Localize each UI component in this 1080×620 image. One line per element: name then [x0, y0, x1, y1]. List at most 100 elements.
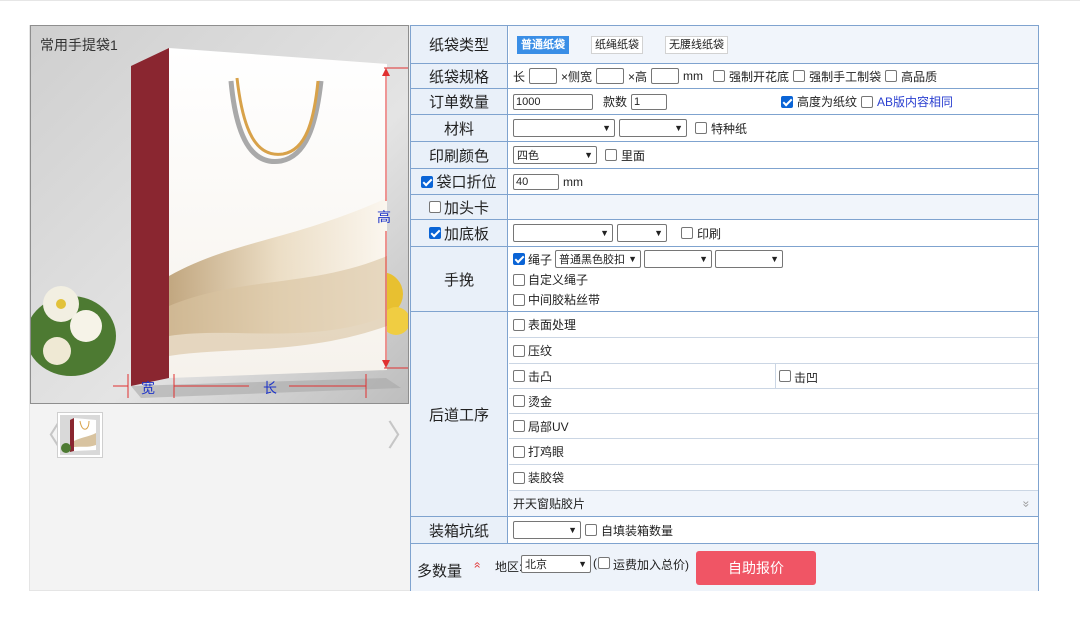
force-flower-bottom-checkbox[interactable]	[713, 70, 726, 82]
sub-divider	[775, 364, 776, 388]
mouth-fold-unit: mm	[563, 174, 583, 189]
side-width-input[interactable]	[596, 68, 625, 84]
thumbnail-bag[interactable]	[57, 412, 103, 458]
row-print-color: 印刷颜色 四色 ▼ 里面	[411, 142, 1038, 169]
post-item-surface: 表面处理	[509, 312, 1038, 338]
polybag-checkbox[interactable]	[513, 471, 525, 484]
preview-title: 常用手提袋1	[40, 37, 118, 53]
bag-type-option-paper-rope[interactable]: 纸绳纸袋	[591, 35, 643, 54]
rope-type-value: 普通黑色胶扣	[559, 254, 626, 266]
base-board-material-select[interactable]: ▼	[513, 224, 613, 242]
collapse-up-icon[interactable]: »	[469, 562, 483, 569]
chevron-down-icon: ▼	[578, 559, 587, 569]
row-post-process: 后道工序 表面处理 压纹 击凸 击凹 烫金 局部UV 打鸡眼 装胶袋 开天窗贴胶…	[411, 312, 1038, 517]
ab-same-checkbox[interactable]	[861, 95, 874, 108]
base-board-label-cell: 加底板	[411, 220, 508, 246]
ribbon-label: 中间胶粘丝带	[528, 293, 601, 307]
surface-checkbox[interactable]	[513, 318, 525, 331]
chevron-down-icon: ▼	[628, 254, 638, 264]
base-board-label: 加底板	[443, 225, 489, 243]
bag-type-option-normal[interactable]: 普通纸袋	[517, 35, 569, 54]
debossed-checkbox[interactable]	[779, 370, 791, 382]
eyelet-checkbox[interactable]	[513, 445, 525, 458]
box-paper-select[interactable]: ▼	[513, 521, 581, 539]
paper-grain-height-checkbox[interactable]	[781, 95, 794, 108]
self-fill-checkbox[interactable]	[585, 524, 597, 536]
raised-checkbox[interactable]	[513, 370, 525, 382]
header-card-fields	[509, 195, 1038, 219]
mouth-fold-label-cell: 袋口折位	[411, 169, 508, 194]
custom-rope-label: 自定义绳子	[528, 273, 589, 287]
ribbon-checkbox[interactable]	[513, 293, 525, 306]
rope-type-select[interactable]: 普通黑色胶扣 ▼	[555, 250, 642, 268]
row-mouth-fold: 袋口折位 40 mm	[411, 169, 1038, 195]
post-item-hotstamp: 烫金	[509, 389, 1038, 414]
high-quality-checkbox[interactable]	[885, 70, 898, 82]
styles-input[interactable]: 1	[631, 93, 668, 110]
special-paper-checkbox[interactable]	[695, 122, 707, 134]
box-paper-label: 装箱坑纸	[411, 517, 508, 543]
chevron-down-icon: ▼	[654, 228, 663, 238]
material-weight-select[interactable]: ▼	[619, 119, 687, 137]
product-preview: 常用手提袋1 高 宽 长	[30, 25, 409, 404]
post-process-label: 后道工序	[411, 312, 508, 516]
rope-length-select[interactable]: ▼	[715, 250, 784, 268]
hot-stamp-checkbox[interactable]	[513, 395, 525, 407]
ab-same-link[interactable]: AB版内容相同	[877, 93, 953, 110]
post-item-window[interactable]: 开天窗贴胶片 »	[509, 491, 1038, 516]
force-handmade-checkbox[interactable]	[793, 70, 806, 82]
handle-label: 手挽	[411, 247, 508, 311]
length-input[interactable]	[529, 68, 558, 84]
polybag-label: 装胶袋	[528, 471, 565, 485]
spot-uv-checkbox[interactable]	[513, 420, 525, 432]
base-board-weight-select[interactable]: ▼	[617, 224, 667, 242]
row-handle: 手挽 绳子 普通黑色胶扣 ▼ ▼ ▼ 自定义绳子 中间胶粘丝带	[411, 247, 1038, 312]
post-item-emboss: 压纹	[509, 338, 1038, 364]
mouth-fold-input[interactable]: 40	[513, 173, 559, 190]
mouth-fold-checkbox[interactable]	[421, 175, 434, 188]
material-fields: ▼ ▼ 特种纸	[509, 115, 1038, 141]
chevron-down-icon: ▼	[699, 254, 709, 264]
spec-unit: mm	[683, 69, 704, 83]
quantity-input[interactable]: 1000	[513, 93, 593, 110]
freight-paren: (	[593, 556, 597, 570]
ribbon-line: 中间胶粘丝带	[513, 291, 600, 308]
post-item-raise: 击凸 击凹	[509, 364, 1038, 389]
region-select[interactable]: 北京 ▼	[521, 555, 591, 573]
emboss-texture-checkbox[interactable]	[513, 344, 525, 357]
self-quote-button[interactable]: 自助报价	[696, 551, 816, 585]
thumbnail-bag-image	[60, 415, 100, 455]
bag-type-option-no-waist[interactable]: 无腰线纸袋	[665, 35, 728, 54]
chevron-down-icon: ▼	[602, 123, 611, 133]
rope-label: 绳子	[528, 252, 553, 267]
order-quantity-fields: 1000 款数 1 高度为纸纹 AB版内容相同	[509, 89, 1038, 114]
force-handmade-label: 强制手工制袋	[809, 69, 882, 84]
header-card-checkbox[interactable]	[428, 201, 441, 213]
row-base-board: 加底板 ▼ ▼ 印刷	[411, 220, 1038, 247]
inside-print-label: 里面	[621, 148, 646, 163]
base-board-print-checkbox[interactable]	[681, 227, 693, 239]
expand-down-icon[interactable]: »	[1020, 500, 1034, 507]
height-input[interactable]	[651, 68, 680, 84]
base-board-checkbox[interactable]	[428, 227, 441, 239]
base-board-print-label: 印刷	[697, 226, 722, 241]
row-bag-type: 纸袋类型 普通纸袋 纸绳纸袋 无腰线纸袋	[411, 26, 1038, 64]
chevron-down-icon: ▼	[770, 254, 780, 264]
material-select[interactable]: ▼	[513, 119, 615, 137]
bag-type-options: 普通纸袋 纸绳纸袋 无腰线纸袋	[509, 26, 1038, 63]
rope-color-select[interactable]: ▼	[644, 250, 713, 268]
rope-checkbox[interactable]	[513, 253, 525, 265]
inside-print-checkbox[interactable]	[605, 149, 617, 161]
bag-spec-fields: 长 ×侧宽 ×高 mm 强制开花底 强制手工制袋 高品质	[509, 64, 1038, 88]
custom-rope-checkbox[interactable]	[513, 273, 525, 286]
print-color-select[interactable]: 四色 ▼	[513, 146, 597, 164]
multi-quantity-label[interactable]: 多数量	[417, 560, 462, 581]
freight-checkbox[interactable]	[598, 557, 610, 569]
rope-line: 绳子 普通黑色胶扣 ▼ ▼ ▼	[513, 250, 784, 268]
thumbnail-strip: 〈 〉	[30, 404, 417, 472]
chevron-down-icon: ▼	[568, 525, 577, 535]
chevron-down-icon: ▼	[674, 123, 683, 133]
emboss-texture-label: 压纹	[528, 344, 553, 358]
length-dimension-label: 长	[263, 380, 277, 396]
force-flower-bottom-label: 强制开花底	[729, 69, 790, 84]
